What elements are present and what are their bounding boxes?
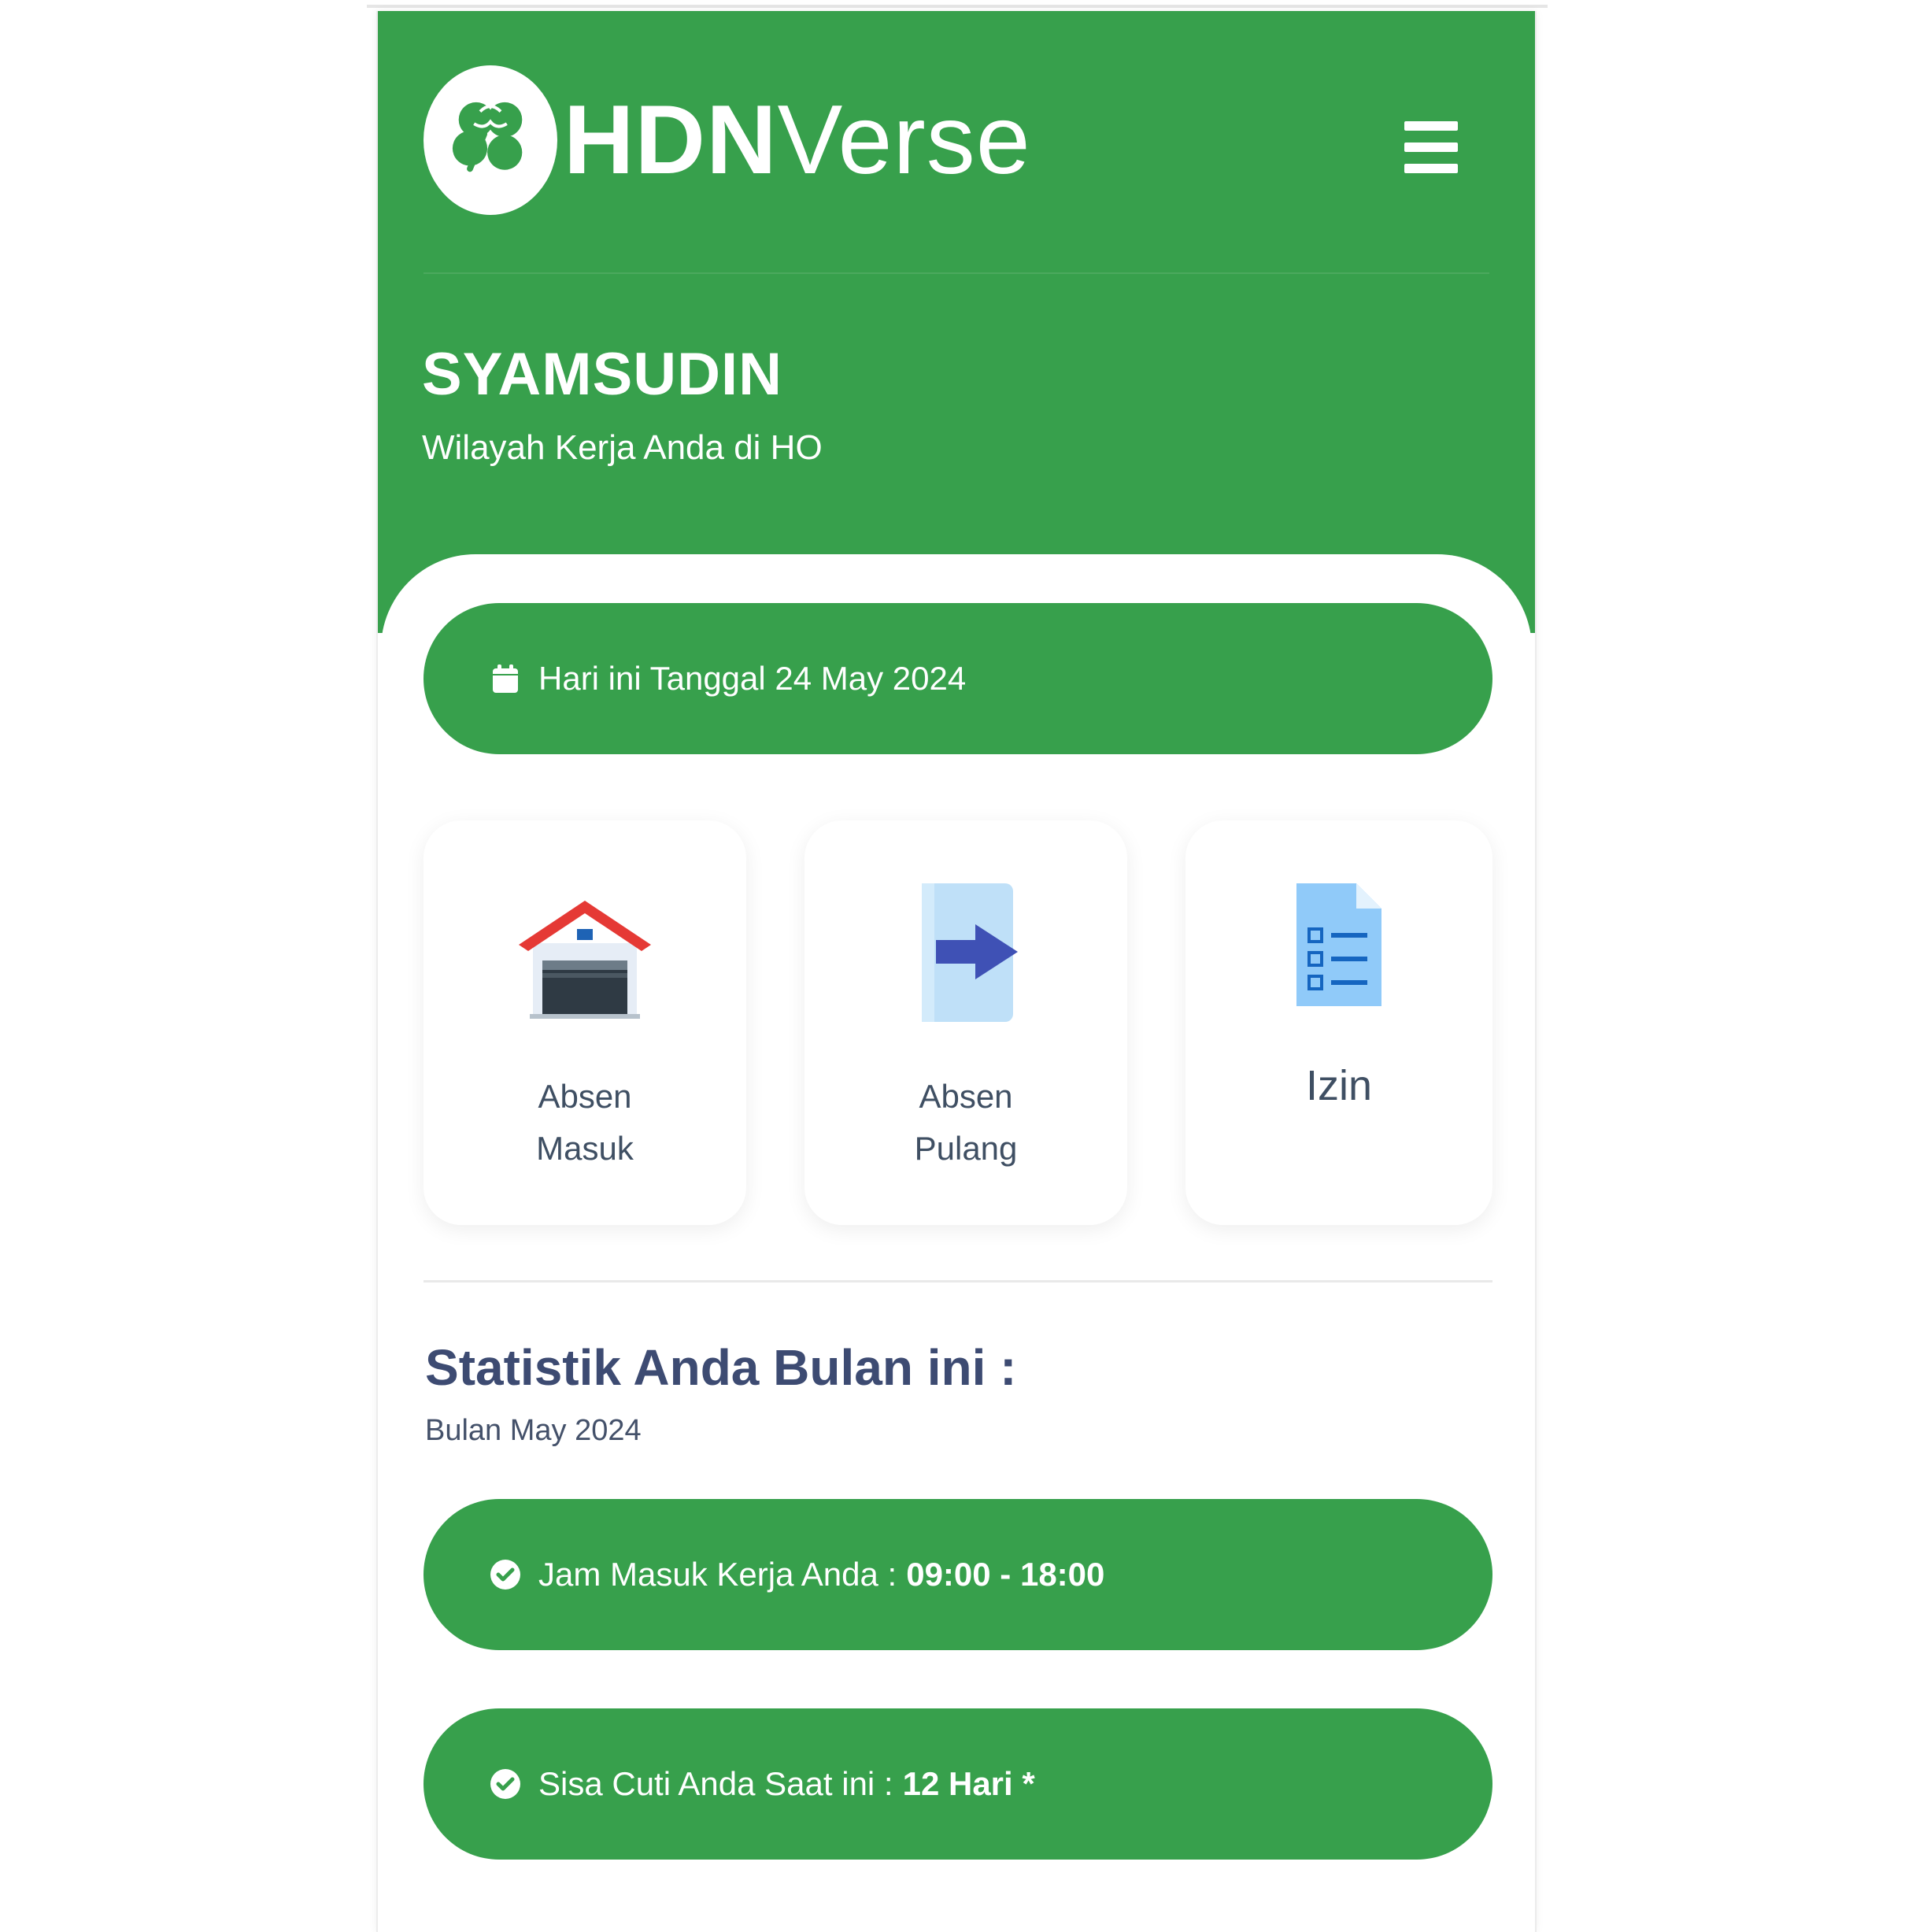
action-cards: Absen Masuk Absen Pulang Izin xyxy=(423,820,1492,1225)
work-hours-label: Jam Masuk Kerja Anda : xyxy=(538,1556,897,1593)
hamburger-menu-icon[interactable] xyxy=(1404,121,1458,173)
brand-name-strong: HDN xyxy=(564,86,778,194)
work-hours-value: 09:00 - 18:00 xyxy=(906,1556,1105,1593)
izin-card[interactable]: Izin xyxy=(1185,820,1492,1225)
main-content: Hari ini Tanggal 24 May 2024 Absen Masuk xyxy=(381,554,1532,1932)
leave-balance-value: 12 Hari * xyxy=(902,1765,1035,1802)
checklist-document-icon xyxy=(1296,883,1381,1006)
exit-arrow-icon xyxy=(922,883,1018,1022)
brand-name-light: Verse xyxy=(777,86,1031,194)
header-divider xyxy=(423,272,1489,274)
leave-balance-label: Sisa Cuti Anda Saat ini : xyxy=(538,1765,893,1802)
garage-house-icon xyxy=(519,901,651,1019)
leave-balance-banner: Sisa Cuti Anda Saat ini : 12 Hari * xyxy=(423,1708,1492,1860)
stats-subtitle: Bulan May 2024 xyxy=(425,1414,642,1447)
browser-top-rule xyxy=(367,5,1548,8)
stats-title: Statistik Anda Bulan ini : xyxy=(425,1339,1017,1396)
absen-pulang-label-2: Pulang xyxy=(914,1130,1018,1167)
user-name: SYAMSUDIN xyxy=(422,341,783,408)
date-banner: Hari ini Tanggal 24 May 2024 xyxy=(423,603,1492,754)
date-banner-text: Hari ini Tanggal 24 May 2024 xyxy=(538,660,967,697)
app-viewport: HDN Verse SYAMSUDIN Wilayah Kerja Anda di… xyxy=(376,11,1537,1932)
work-hours-banner: Jam Masuk Kerja Anda : 09:00 - 18:00 xyxy=(423,1499,1492,1650)
clover-logo-icon xyxy=(423,65,557,215)
absen-masuk-card[interactable]: Absen Masuk xyxy=(423,820,746,1225)
brand-logo[interactable]: HDN Verse xyxy=(423,61,1031,219)
check-circle-icon xyxy=(490,1560,520,1590)
section-divider xyxy=(423,1280,1492,1282)
calendar-icon xyxy=(493,664,518,693)
absen-masuk-label-2: Masuk xyxy=(536,1130,634,1167)
absen-pulang-card[interactable]: Absen Pulang xyxy=(804,820,1127,1225)
app-header: HDN Verse SYAMSUDIN Wilayah Kerja Anda di… xyxy=(378,11,1535,633)
check-circle-icon xyxy=(490,1769,520,1799)
izin-label: Izin xyxy=(1305,1062,1373,1109)
absen-masuk-label-1: Absen xyxy=(538,1078,632,1115)
brand-name: HDN Verse xyxy=(564,91,1031,189)
absen-pulang-label-1: Absen xyxy=(919,1078,1013,1115)
work-area-text: Wilayah Kerja Anda di HO xyxy=(422,428,823,467)
